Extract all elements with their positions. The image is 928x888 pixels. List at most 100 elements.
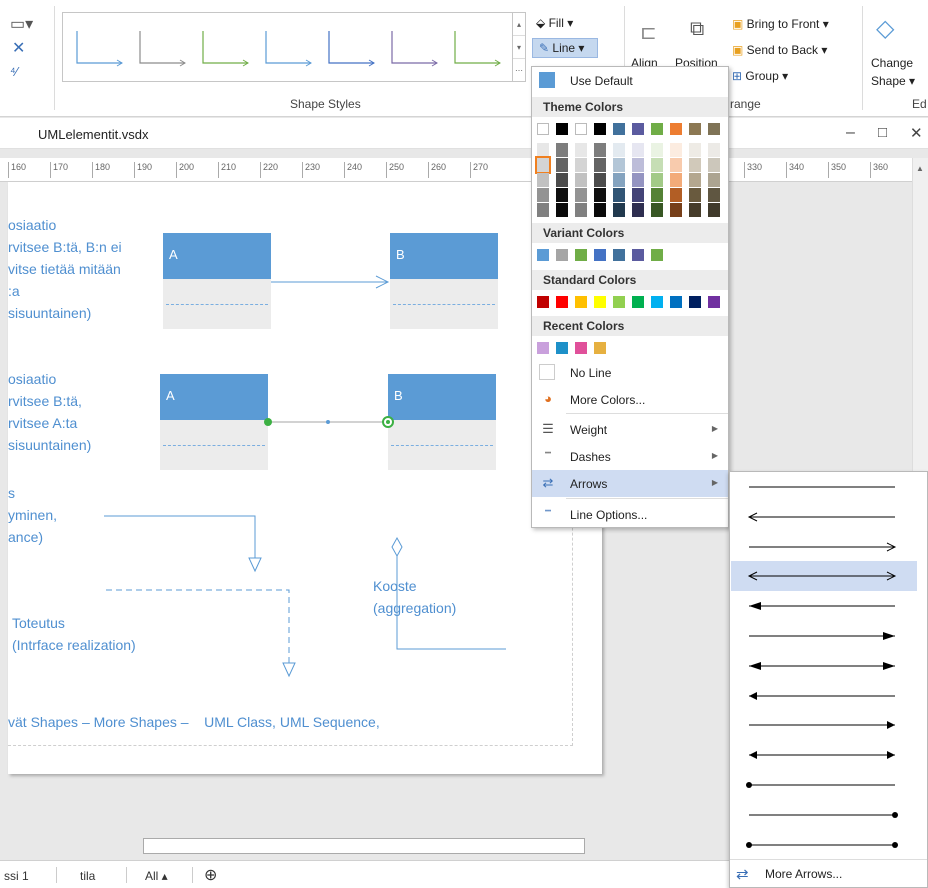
align-icon[interactable]: ⊏ (640, 20, 657, 45)
color-swatch[interactable] (651, 188, 663, 202)
color-swatch[interactable] (594, 123, 606, 135)
color-swatch[interactable] (594, 342, 606, 354)
color-swatch[interactable] (670, 143, 682, 157)
color-swatch[interactable] (537, 203, 549, 217)
color-swatch[interactable] (670, 296, 682, 308)
color-swatch[interactable] (708, 123, 720, 135)
minimize-button[interactable]: – (846, 124, 855, 142)
maximize-button[interactable]: □ (878, 124, 887, 141)
group-button[interactable]: ⊞ Group ▾ (732, 69, 788, 83)
scroll-up-icon[interactable]: ▲ (916, 164, 924, 173)
arrow-option[interactable] (731, 502, 917, 532)
color-swatch[interactable] (670, 188, 682, 202)
color-swatch[interactable] (575, 249, 587, 261)
color-swatch[interactable] (708, 203, 720, 217)
bring-to-front-button[interactable]: ▣ Bring to Front ▾ (732, 17, 829, 31)
color-swatch[interactable] (632, 249, 644, 261)
color-swatch[interactable] (651, 249, 663, 261)
color-swatch[interactable] (556, 143, 568, 157)
arrow-option[interactable] (731, 710, 917, 740)
color-swatch[interactable] (594, 173, 606, 187)
color-swatch[interactable] (537, 188, 549, 202)
inheritance-arrow[interactable] (104, 515, 262, 573)
arrow-option[interactable] (731, 800, 917, 830)
color-swatch[interactable] (537, 173, 549, 187)
color-swatch[interactable] (651, 158, 663, 172)
color-swatch[interactable] (556, 123, 568, 135)
color-swatch[interactable] (689, 158, 701, 172)
color-swatch[interactable] (689, 203, 701, 217)
color-swatch[interactable] (670, 158, 682, 172)
color-swatch[interactable] (613, 296, 625, 308)
horizontal-scroll-thumb[interactable] (143, 838, 585, 854)
selected-connector[interactable] (264, 416, 394, 428)
arrow-option[interactable] (731, 621, 917, 651)
color-swatch[interactable] (594, 203, 606, 217)
arrow-option[interactable] (731, 532, 917, 562)
color-swatch[interactable] (670, 123, 682, 135)
line-options-item[interactable]: ┅ Line Options... (532, 501, 728, 528)
color-swatch[interactable] (670, 173, 682, 187)
color-swatch[interactable] (651, 296, 663, 308)
color-swatch[interactable] (556, 203, 568, 217)
color-swatch[interactable] (689, 123, 701, 135)
position-icon[interactable]: ⧉ (690, 18, 704, 41)
color-swatch[interactable] (632, 296, 644, 308)
color-swatch[interactable] (556, 158, 568, 172)
color-swatch[interactable] (708, 158, 720, 172)
more-colors-item[interactable]: ◕ More Colors... (532, 386, 728, 413)
color-swatch[interactable] (613, 249, 625, 261)
variant-color-row[interactable] (532, 247, 728, 265)
color-swatch[interactable] (575, 158, 587, 172)
realization-arrow[interactable] (106, 589, 296, 678)
color-swatch[interactable] (556, 249, 568, 261)
color-swatch[interactable] (537, 249, 549, 261)
color-swatch[interactable] (613, 188, 625, 202)
color-swatch[interactable] (670, 203, 682, 217)
color-swatch[interactable] (594, 188, 606, 202)
color-swatch[interactable] (537, 342, 549, 354)
color-swatch[interactable] (651, 123, 663, 135)
color-swatch[interactable] (708, 296, 720, 308)
change-shape-button-line2[interactable]: Shape ▾ (871, 74, 915, 88)
color-swatch[interactable] (613, 173, 625, 187)
color-swatch[interactable] (708, 188, 720, 202)
color-swatch[interactable] (575, 173, 587, 187)
arrow-option[interactable] (731, 830, 917, 860)
recent-color-row[interactable] (532, 340, 728, 358)
color-swatch[interactable] (632, 173, 644, 187)
arrow-option[interactable] (731, 651, 917, 681)
color-swatch[interactable] (537, 143, 549, 157)
sheet-tab-2[interactable]: tila (80, 869, 95, 883)
arrow-option[interactable] (731, 591, 917, 621)
color-swatch[interactable] (708, 173, 720, 187)
color-swatch[interactable] (632, 188, 644, 202)
theme-color-grid[interactable] (532, 121, 728, 219)
color-swatch[interactable] (689, 296, 701, 308)
color-swatch[interactable] (556, 296, 568, 308)
color-swatch[interactable] (632, 203, 644, 217)
color-swatch[interactable] (537, 296, 549, 308)
all-pages-button[interactable]: All ▴ (145, 869, 168, 883)
color-swatch[interactable] (575, 203, 587, 217)
use-default-item[interactable]: Use Default (532, 67, 728, 94)
color-swatch[interactable] (613, 203, 625, 217)
color-swatch[interactable] (632, 123, 644, 135)
color-swatch[interactable] (708, 143, 720, 157)
color-swatch[interactable] (689, 143, 701, 157)
color-swatch[interactable] (556, 173, 568, 187)
color-swatch[interactable] (613, 123, 625, 135)
color-swatch[interactable] (632, 143, 644, 157)
association-arrow[interactable] (271, 275, 390, 289)
color-swatch[interactable] (651, 173, 663, 187)
color-swatch[interactable] (535, 156, 551, 174)
weight-item[interactable]: ☰ Weight ▶ (532, 416, 728, 443)
color-swatch[interactable] (575, 296, 587, 308)
add-page-icon[interactable]: ⊕ (204, 865, 217, 885)
more-arrows-item[interactable]: ⇄ More Arrows... (730, 859, 927, 887)
aggregation-arrow[interactable] (391, 536, 506, 650)
arrows-item[interactable]: ⇄ Arrows ▶ (532, 470, 728, 497)
color-swatch[interactable] (594, 143, 606, 157)
send-to-back-button[interactable]: ▣ Send to Back ▾ (732, 43, 827, 57)
color-swatch[interactable] (537, 123, 549, 135)
